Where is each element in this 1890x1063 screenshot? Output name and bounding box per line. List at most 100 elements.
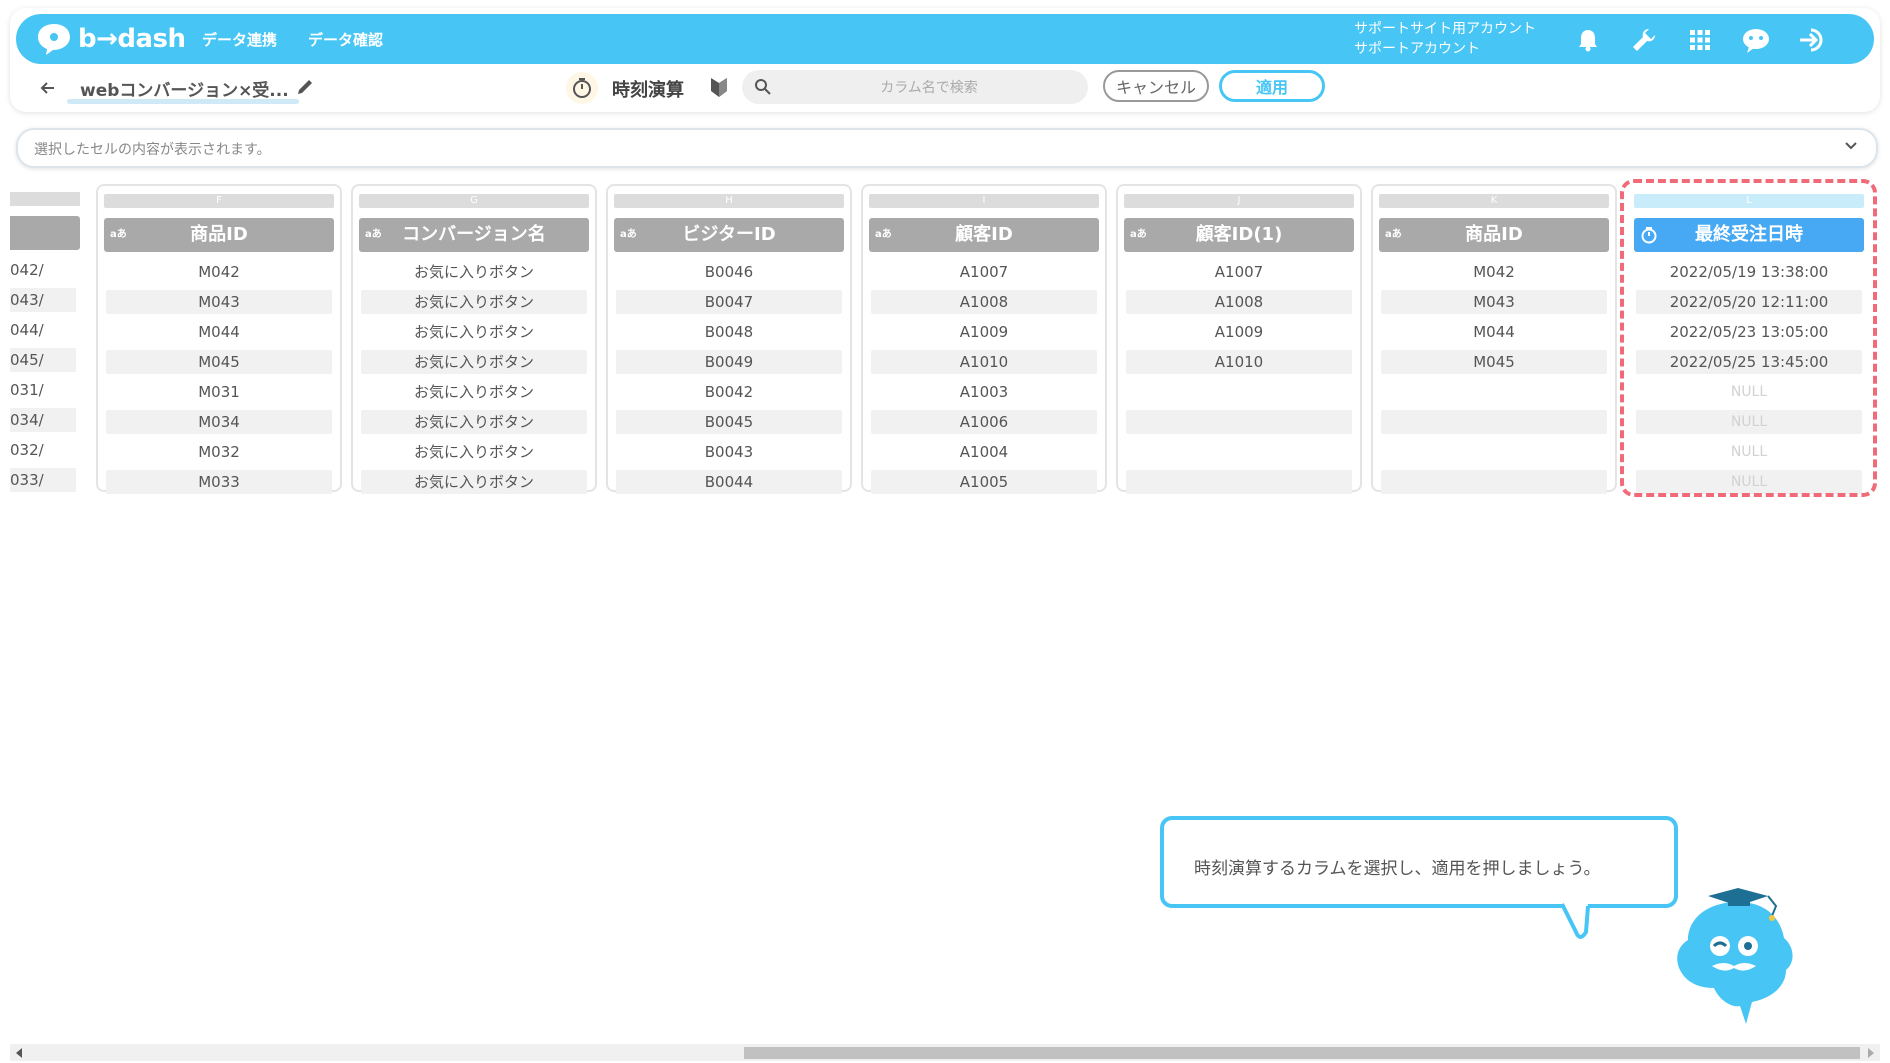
beginner-mark-icon[interactable]: [710, 75, 728, 99]
table-cell[interactable]: A1010: [871, 350, 1097, 374]
table-cell[interactable]: B0046: [616, 260, 842, 284]
table-cell[interactable]: [1381, 380, 1607, 404]
file-name-underline: [67, 99, 299, 104]
column-card[interactable]: Gaあ コンバージョン名 お気に入りボタン お気に入りボタン お気に入りボタン お気に入り…: [351, 184, 597, 494]
column-header[interactable]: aあ 顧客ID(1): [1124, 218, 1354, 252]
table-cell[interactable]: M043: [1381, 290, 1607, 314]
table-cell[interactable]: お気に入りボタン: [361, 320, 587, 344]
pencil-icon[interactable]: [296, 78, 314, 96]
column-header[interactable]: aあ 商品ID: [1379, 218, 1609, 252]
wrench-icon[interactable]: [1628, 24, 1660, 56]
table-cell[interactable]: B0044: [616, 470, 842, 494]
table-cell[interactable]: M032: [106, 440, 332, 464]
table-cell[interactable]: お気に入りボタン: [361, 470, 587, 494]
type-badge: aあ: [875, 229, 892, 240]
grid-icon[interactable]: [1684, 24, 1716, 56]
chat-robot-icon[interactable]: [1740, 24, 1772, 56]
bdash-logo[interactable]: b→dash: [36, 22, 186, 56]
table-cell[interactable]: B0048: [616, 320, 842, 344]
table-cell[interactable]: 032/: [10, 438, 76, 462]
table-cell[interactable]: A1007: [1126, 260, 1352, 284]
table-cell[interactable]: A1009: [1126, 320, 1352, 344]
scrollbar-thumb[interactable]: [744, 1047, 1860, 1059]
table-cell[interactable]: 042/: [10, 258, 76, 282]
back-arrow-icon[interactable]: [38, 78, 58, 98]
table-cell[interactable]: B0049: [616, 350, 842, 374]
file-name[interactable]: webコンバージョン×受...: [80, 76, 289, 101]
table-cell[interactable]: 031/: [10, 378, 76, 402]
table-cell[interactable]: M045: [106, 350, 332, 374]
table-cell[interactable]: お気に入りボタン: [361, 350, 587, 374]
sub-toolbar: webコンバージョン×受... 時刻演算 キャンセル 適用: [10, 66, 1880, 112]
nav-data-integration[interactable]: データ連携: [202, 29, 277, 50]
bell-icon[interactable]: [1572, 24, 1604, 56]
column-header[interactable]: aあ コンバージョン名: [359, 218, 589, 252]
column-card[interactable]: Iaあ 顧客ID A1007 A1008 A1009 A1010 A1003 A1006 A10…: [861, 184, 1107, 494]
type-badge: aあ: [620, 229, 637, 240]
table-cell[interactable]: お気に入りボタン: [361, 410, 587, 434]
cell-content-bar[interactable]: 選択したセルの内容が表示されます。: [16, 128, 1878, 168]
table-cell[interactable]: A1006: [871, 410, 1097, 434]
table-cell[interactable]: A1010: [1126, 350, 1352, 374]
table-cell[interactable]: お気に入りボタン: [361, 290, 587, 314]
table-cell[interactable]: 034/: [10, 408, 76, 432]
table-cell[interactable]: M044: [1381, 320, 1607, 344]
cancel-button[interactable]: キャンセル: [1103, 70, 1209, 102]
table-cell[interactable]: M042: [1381, 260, 1607, 284]
table-cell[interactable]: A1004: [871, 440, 1097, 464]
scroll-left-icon[interactable]: [16, 1048, 22, 1058]
logout-icon[interactable]: [1796, 24, 1828, 56]
table-cell[interactable]: 033/: [10, 468, 76, 492]
table-cell[interactable]: A1008: [871, 290, 1097, 314]
table-cell[interactable]: お気に入りボタン: [361, 440, 587, 464]
table-cell[interactable]: A1003: [871, 380, 1097, 404]
apply-button[interactable]: 適用: [1219, 70, 1325, 102]
table-cell[interactable]: A1007: [871, 260, 1097, 284]
table-cell[interactable]: 045/: [10, 348, 76, 372]
table-cell[interactable]: M042: [106, 260, 332, 284]
table-cell[interactable]: B0042: [616, 380, 842, 404]
account-name: サポートアカウント: [1354, 41, 1480, 57]
table-cell[interactable]: B0047: [616, 290, 842, 314]
table-cell[interactable]: 044/: [10, 318, 76, 342]
table-cell[interactable]: [1381, 440, 1607, 464]
column-search: [742, 70, 1088, 106]
table-cell[interactable]: [1126, 410, 1352, 434]
table-cell[interactable]: [1126, 470, 1352, 494]
table-cell[interactable]: お気に入りボタン: [361, 260, 587, 284]
table-cell[interactable]: B0045: [616, 410, 842, 434]
table-cell[interactable]: M033: [106, 470, 332, 494]
type-badge: aあ: [110, 229, 127, 240]
column-header[interactable]: aあ ビジターID: [614, 218, 844, 252]
table-cell[interactable]: A1008: [1126, 290, 1352, 314]
table-cell[interactable]: [1381, 470, 1607, 494]
column-name: 商品ID: [1465, 224, 1523, 245]
table-cell[interactable]: M043: [106, 290, 332, 314]
table-cell[interactable]: M034: [106, 410, 332, 434]
account-info[interactable]: サポートサイト用アカウント サポートアカウント: [1354, 19, 1536, 59]
column-header[interactable]: aあ 顧客ID: [869, 218, 1099, 252]
table-cell[interactable]: B0043: [616, 440, 842, 464]
column-header[interactable]: aあ 商品ID: [104, 218, 334, 252]
column-header[interactable]: [10, 216, 80, 250]
column-card[interactable]: Faあ 商品ID M042 M043 M044 M045 M031 M034 M032 M033: [96, 184, 342, 494]
table-cell[interactable]: [1126, 440, 1352, 464]
table-cell[interactable]: 043/: [10, 288, 76, 312]
scroll-right-icon[interactable]: [1868, 1048, 1874, 1058]
nav-data-check[interactable]: データ確認: [308, 29, 383, 50]
horizontal-scrollbar[interactable]: [10, 1044, 1880, 1061]
table-cell[interactable]: M045: [1381, 350, 1607, 374]
column-card[interactable]: Jaあ 顧客ID(1) A1007 A1008 A1009 A1010: [1116, 184, 1362, 494]
table-cell[interactable]: [1126, 380, 1352, 404]
table-cell[interactable]: [1381, 410, 1607, 434]
column-card[interactable]: Haあ ビジターID B0046 B0047 B0048 B0049 B0042 B0045 B…: [606, 184, 852, 494]
partial-column: 042/ 043/ 044/ 045/ 031/ 034/ 032/ 033/: [10, 184, 86, 492]
table-cell[interactable]: A1009: [871, 320, 1097, 344]
chevron-down-icon[interactable]: [1844, 139, 1858, 153]
table-cell[interactable]: お気に入りボタン: [361, 380, 587, 404]
search-input[interactable]: [782, 70, 1076, 106]
column-card[interactable]: Kaあ 商品ID M042 M043 M044 M045: [1371, 184, 1617, 494]
table-cell[interactable]: A1005: [871, 470, 1097, 494]
table-cell[interactable]: M031: [106, 380, 332, 404]
table-cell[interactable]: M044: [106, 320, 332, 344]
